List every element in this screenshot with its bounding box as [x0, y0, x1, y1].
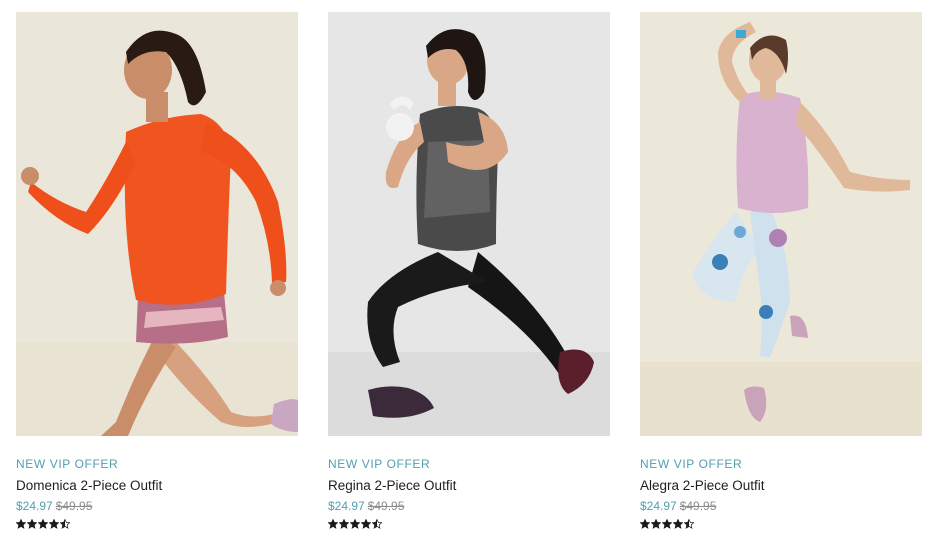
vip-offer-badge: NEW VIP OFFER [640, 457, 743, 471]
product-image[interactable] [16, 12, 298, 436]
star-icon [361, 519, 371, 529]
star-icon [339, 519, 349, 529]
star-icon [328, 519, 338, 529]
product-price: $24.97 $49.95 [16, 499, 298, 513]
star-icon [662, 519, 672, 529]
star-rating [640, 519, 922, 530]
product-card[interactable]: NEW VIP OFFER Regina 2-Piece Outfit $24.… [328, 12, 610, 530]
star-icon [49, 519, 59, 529]
sale-price: $24.97 [328, 499, 365, 513]
product-price: $24.97 $49.95 [640, 499, 922, 513]
star-icon [16, 519, 26, 529]
star-icon [350, 519, 360, 529]
vip-offer-badge: NEW VIP OFFER [16, 457, 119, 471]
product-name[interactable]: Regina 2-Piece Outfit [328, 478, 610, 494]
star-icon [640, 519, 650, 529]
star-icon [38, 519, 48, 529]
original-price: $49.95 [55, 499, 93, 513]
product-image[interactable] [328, 12, 610, 436]
product-name[interactable]: Alegra 2-Piece Outfit [640, 478, 922, 494]
star-icon [372, 519, 382, 529]
product-price: $24.97 $49.95 [328, 499, 610, 513]
star-icon [651, 519, 661, 529]
product-image[interactable] [640, 12, 922, 436]
star-icon [27, 519, 37, 529]
original-price: $49.95 [367, 499, 405, 513]
sale-price: $24.97 [16, 499, 53, 513]
original-price: $49.95 [679, 499, 717, 513]
star-icon [684, 519, 694, 529]
star-rating [16, 519, 298, 530]
star-rating [328, 519, 610, 530]
product-card[interactable]: NEW VIP OFFER Alegra 2-Piece Outfit $24.… [640, 12, 922, 530]
product-grid: NEW VIP OFFER Domenica 2-Piece Outfit $2… [0, 0, 941, 540]
product-name[interactable]: Domenica 2-Piece Outfit [16, 478, 298, 494]
star-icon [60, 519, 70, 529]
star-icon [673, 519, 683, 529]
sale-price: $24.97 [640, 499, 677, 513]
product-card[interactable]: NEW VIP OFFER Domenica 2-Piece Outfit $2… [16, 12, 298, 530]
vip-offer-badge: NEW VIP OFFER [328, 457, 431, 471]
